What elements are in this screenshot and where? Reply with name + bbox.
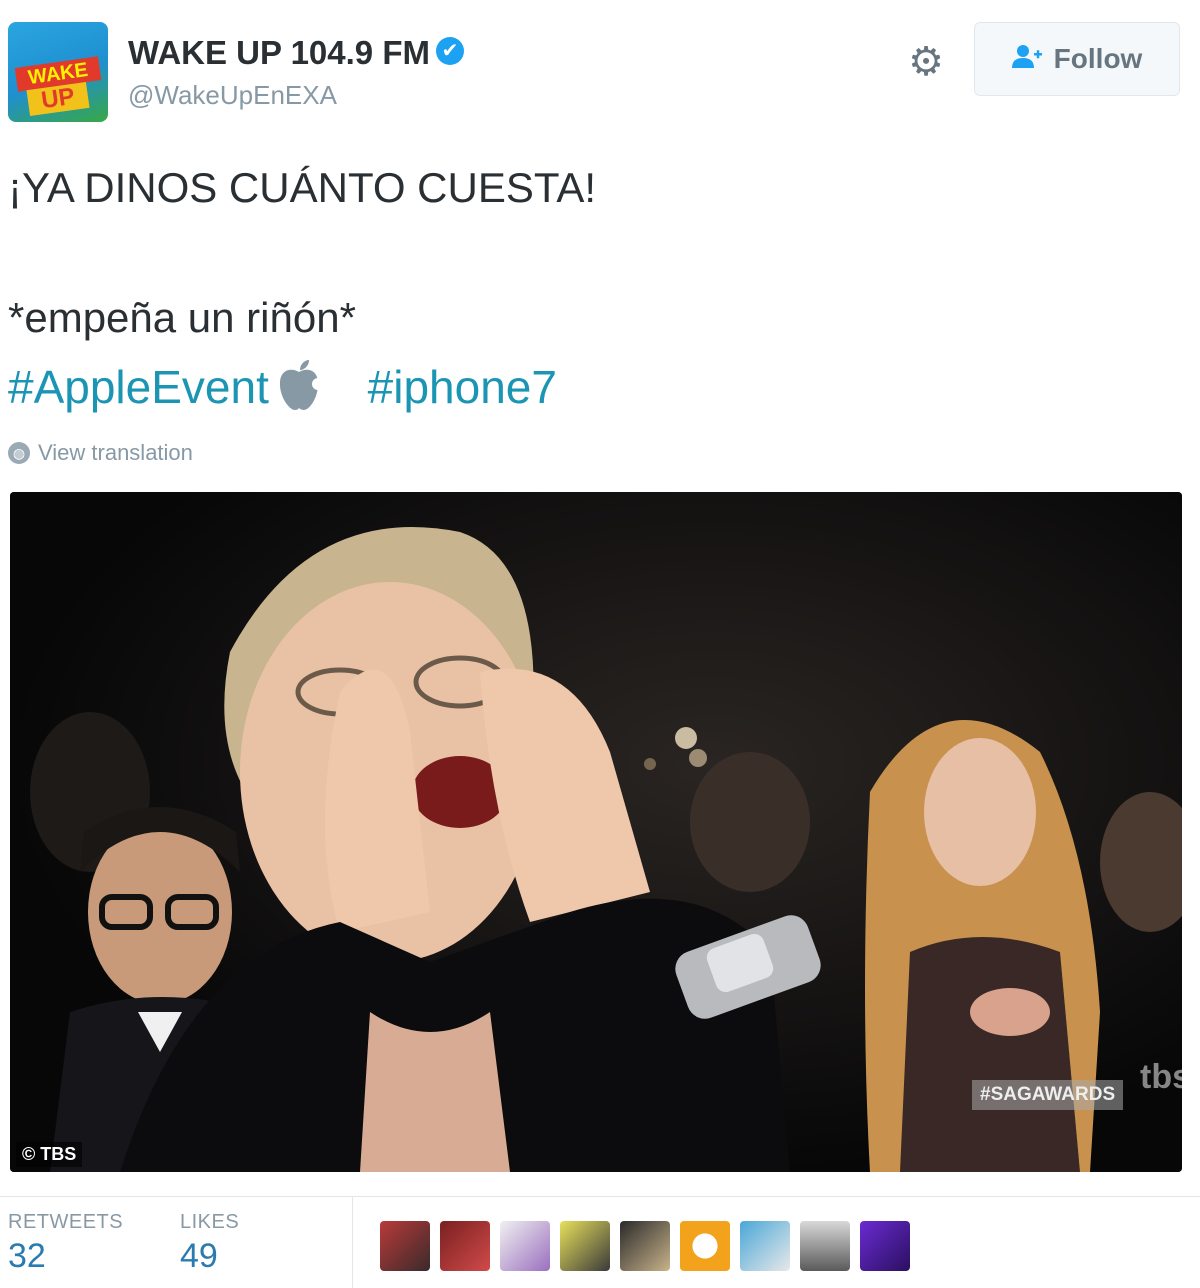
liker-avatar[interactable] — [560, 1221, 610, 1271]
hashtag-iphone7[interactable]: #iphone7 — [368, 361, 557, 413]
add-user-icon — [1011, 44, 1042, 75]
liker-avatar[interactable] — [680, 1221, 730, 1271]
account-name[interactable]: WAKE UP 104.9 FM — [128, 34, 430, 71]
view-translation-link[interactable]: ◍ View translation — [8, 440, 193, 466]
likes-count[interactable]: 49 — [180, 1237, 218, 1276]
liker-avatars — [380, 1221, 910, 1271]
avatar[interactable]: WAKE UP — [8, 22, 108, 122]
liker-avatar[interactable] — [620, 1221, 670, 1271]
stats-divider — [352, 1197, 353, 1288]
apple-logo-icon — [269, 358, 329, 424]
retweets-count[interactable]: 32 — [8, 1237, 46, 1276]
liker-avatar[interactable] — [800, 1221, 850, 1271]
liker-avatar[interactable] — [740, 1221, 790, 1271]
hashtag-appleevent[interactable]: #AppleEvent — [8, 361, 269, 413]
tweet-text-line-1: ¡YA DINOS CUÁNTO CUESTA! — [8, 164, 597, 211]
tbs-watermark: © TBS — [16, 1142, 83, 1167]
gear-icon[interactable]: ⚙ — [904, 40, 948, 84]
tweet-media-image[interactable]: © TBS #SAGAWARDS tbs — [10, 492, 1182, 1172]
tweet-text-line-2: *empeña un riñón* — [8, 294, 356, 341]
view-translation-label: View translation — [38, 440, 193, 465]
globe-icon: ◍ — [8, 442, 30, 464]
liker-avatar[interactable] — [440, 1221, 490, 1271]
likes-label: LIKES — [180, 1211, 240, 1233]
account-name-row[interactable]: WAKE UP 104.9 FM ✔ — [128, 34, 464, 72]
liker-avatar[interactable] — [500, 1221, 550, 1271]
liker-avatar[interactable] — [860, 1221, 910, 1271]
liker-avatar[interactable] — [380, 1221, 430, 1271]
account-handle[interactable]: @WakeUpEnEXA — [128, 80, 337, 111]
retweets-label: RETWEETS — [8, 1211, 124, 1233]
tweet-stats-bar: RETWEETS 32 LIKES 49 — [0, 1196, 1200, 1288]
follow-label: Follow — [1053, 43, 1143, 74]
media-photo — [10, 492, 1182, 1172]
verified-badge-icon: ✔ — [435, 37, 464, 66]
sag-awards-watermark: #SAGAWARDS — [972, 1080, 1124, 1110]
hashtag-row: #AppleEvent #iphone7 — [8, 358, 557, 424]
tbs-channel-logo: tbs — [1140, 1058, 1182, 1096]
follow-button[interactable]: Follow — [974, 22, 1180, 96]
